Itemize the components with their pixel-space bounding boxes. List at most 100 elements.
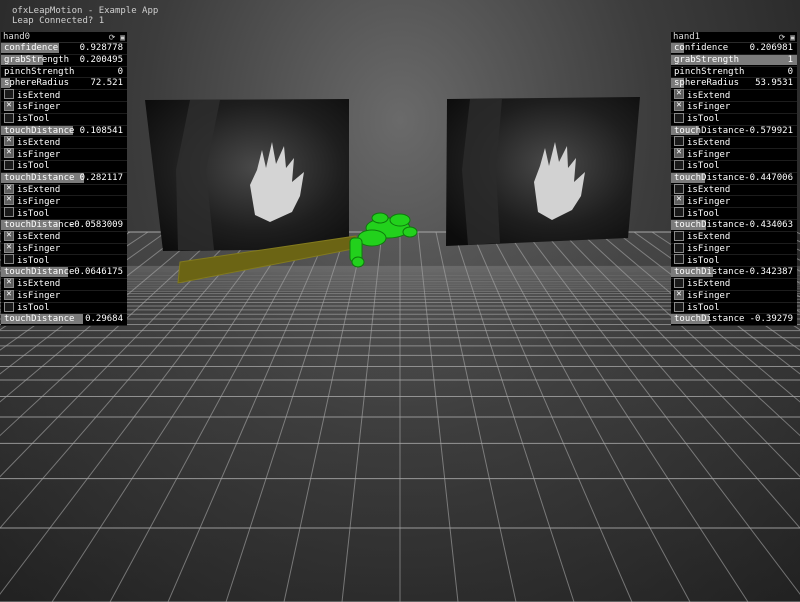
touchDistance-slider[interactable]: touchDistance -0.434063 — [671, 219, 797, 232]
touchDistance-slider[interactable]: touchDistance -0.342387 — [671, 267, 797, 279]
isExtend-toggle[interactable]: ✕ isExtend — [1, 136, 127, 150]
pinchStrength-slider[interactable]: pinchStrength 0 — [671, 67, 797, 79]
panel-header[interactable]: hand1 ⟳ ▣ — [671, 32, 797, 43]
checkbox-checked-icon[interactable]: ✕ — [4, 136, 14, 147]
isTool-toggle[interactable]: isTool — [1, 254, 127, 268]
checkbox-icon[interactable] — [4, 254, 14, 265]
checkbox-icon[interactable] — [4, 112, 14, 123]
checkbox-checked-icon[interactable]: ✕ — [4, 148, 14, 159]
touchDistance-slider[interactable]: touchDistance 0.0646175 — [1, 267, 127, 279]
slider-label: touchDistance — [674, 219, 745, 230]
isFinger-toggle[interactable]: ✕ isFinger — [1, 195, 127, 209]
isTool-toggle[interactable]: isTool — [1, 112, 127, 126]
save-icon[interactable]: ▣ — [790, 33, 795, 42]
slider-value: 72.521 — [90, 78, 123, 89]
isTool-toggle[interactable]: isTool — [1, 207, 127, 220]
slider-label: sphereRadius — [674, 78, 740, 89]
isExtend-toggle[interactable]: ✕ isExtend — [1, 183, 127, 197]
checkbox-icon[interactable] — [674, 277, 684, 288]
checkbox-checked-icon[interactable]: ✕ — [674, 289, 684, 300]
sphereRadius-slider[interactable]: sphereRadius 53.9531 — [671, 78, 797, 91]
slider-label: confidence — [674, 43, 729, 53]
slider-value: 0 — [117, 66, 123, 77]
isFinger-toggle[interactable]: ✕ isFinger — [1, 289, 127, 303]
checkbox-icon[interactable] — [674, 159, 684, 170]
isFinger-toggle[interactable]: ✕ isFinger — [671, 148, 797, 161]
checkbox-checked-icon[interactable]: ✕ — [674, 89, 684, 100]
checkbox-icon[interactable] — [674, 136, 684, 147]
touchDistance-slider[interactable]: touchDistance -0.447006 — [671, 172, 797, 185]
camera-image-right — [446, 97, 640, 246]
hand0-panel: hand0 ⟳ ▣ confidence 0.928778 grabStrength… — [1, 32, 127, 327]
isExtend-toggle[interactable]: isExtend — [671, 183, 797, 197]
touchDistance-slider[interactable]: touchDistance -0.579921 — [671, 125, 797, 138]
checkbox-checked-icon[interactable]: ✕ — [4, 183, 14, 194]
checkbox-icon[interactable] — [674, 254, 684, 265]
isFinger-toggle[interactable]: isFinger — [671, 242, 797, 256]
toggle-label: isTool — [687, 208, 720, 219]
checkbox-icon[interactable] — [674, 242, 684, 253]
checkbox-icon[interactable] — [4, 207, 14, 218]
touchDistance-slider[interactable]: touchDistance 0.282117 — [1, 172, 127, 185]
isExtend-toggle[interactable]: isExtend — [671, 230, 797, 244]
checkbox-checked-icon[interactable]: ✕ — [674, 195, 684, 206]
checkbox-checked-icon[interactable]: ✕ — [4, 195, 14, 206]
checkbox-checked-icon[interactable]: ✕ — [4, 242, 14, 253]
checkbox-icon[interactable] — [674, 207, 684, 218]
refresh-icon[interactable]: ⟳ — [779, 33, 786, 42]
isTool-toggle[interactable]: isTool — [1, 159, 127, 173]
checkbox-checked-icon[interactable]: ✕ — [4, 230, 14, 241]
isTool-toggle[interactable]: isTool — [671, 159, 797, 173]
refresh-icon[interactable]: ⟳ — [109, 33, 116, 42]
checkbox-icon[interactable] — [4, 301, 14, 312]
confidence-slider[interactable]: confidence 0.206981 — [671, 43, 797, 55]
isFinger-toggle[interactable]: ✕ isFinger — [671, 195, 797, 209]
checkbox-checked-icon[interactable]: ✕ — [4, 289, 14, 300]
pinchStrength-slider[interactable]: pinchStrength 0 — [1, 67, 127, 79]
isFinger-toggle[interactable]: ✕ isFinger — [671, 289, 797, 303]
save-icon[interactable]: ▣ — [120, 33, 125, 42]
isExtend-toggle[interactable]: ✕ isExtend — [1, 230, 127, 244]
grabStrength-slider[interactable]: grabStrength 0.200495 — [1, 54, 127, 67]
checkbox-icon[interactable] — [674, 183, 684, 194]
isExtend-toggle[interactable]: ✕ isExtend — [671, 89, 797, 102]
isExtend-toggle[interactable]: isExtend — [671, 277, 797, 291]
touchDistance-slider[interactable]: touchDistance 0.108541 — [1, 125, 127, 138]
isFinger-toggle[interactable]: ✕ isFinger — [1, 242, 127, 256]
isFinger-toggle[interactable]: ✕ isFinger — [1, 100, 127, 114]
panel-header[interactable]: hand0 ⟳ ▣ — [1, 32, 127, 43]
checkbox-icon[interactable] — [674, 301, 684, 312]
slider-value: 0.206981 — [749, 43, 793, 53]
toggle-label: isExtend — [17, 232, 61, 243]
checkbox-icon[interactable] — [674, 230, 684, 241]
isExtend-toggle[interactable]: isExtend — [1, 89, 127, 102]
isFinger-toggle[interactable]: ✕ isFinger — [1, 148, 127, 161]
checkbox-checked-icon[interactable]: ✕ — [4, 100, 14, 111]
isExtend-toggle[interactable]: isExtend — [671, 136, 797, 150]
slider-value: -0.0583009 — [68, 219, 123, 230]
app-header: ofxLeapMotion - Example App Leap Connect… — [12, 6, 158, 26]
checkbox-checked-icon[interactable]: ✕ — [674, 100, 684, 111]
touchDistance-slider[interactable]: touchDistance -0.39279 — [671, 314, 797, 327]
touchDistance-slider[interactable]: touchDistance 0.29684 — [1, 314, 127, 327]
isTool-toggle[interactable]: isTool — [671, 112, 797, 126]
slider-value: 0.108541 — [79, 125, 123, 136]
touchDistance-slider[interactable]: touchDistance -0.0583009 — [1, 219, 127, 232]
checkbox-checked-icon[interactable]: ✕ — [4, 277, 14, 288]
hand1-panel: hand1 ⟳ ▣ confidence 0.206981 grabStrength… — [671, 32, 797, 327]
checkbox-icon[interactable] — [4, 159, 14, 170]
confidence-slider[interactable]: confidence 0.928778 — [1, 43, 127, 55]
grabStrength-slider[interactable]: grabStrength 1 — [671, 54, 797, 67]
checkbox-icon[interactable] — [4, 89, 14, 100]
isFinger-toggle[interactable]: ✕ isFinger — [671, 100, 797, 114]
isExtend-toggle[interactable]: ✕ isExtend — [1, 277, 127, 291]
checkbox-checked-icon[interactable]: ✕ — [674, 148, 684, 159]
sphereRadius-slider[interactable]: sphereRadius 72.521 — [1, 78, 127, 91]
checkbox-icon[interactable] — [674, 112, 684, 123]
slider-value: -0.342387 — [744, 267, 793, 278]
isTool-toggle[interactable]: isTool — [671, 301, 797, 315]
isTool-toggle[interactable]: isTool — [1, 301, 127, 315]
isTool-toggle[interactable]: isTool — [671, 254, 797, 268]
slider-label: grabStrength — [674, 54, 740, 65]
isTool-toggle[interactable]: isTool — [671, 207, 797, 220]
